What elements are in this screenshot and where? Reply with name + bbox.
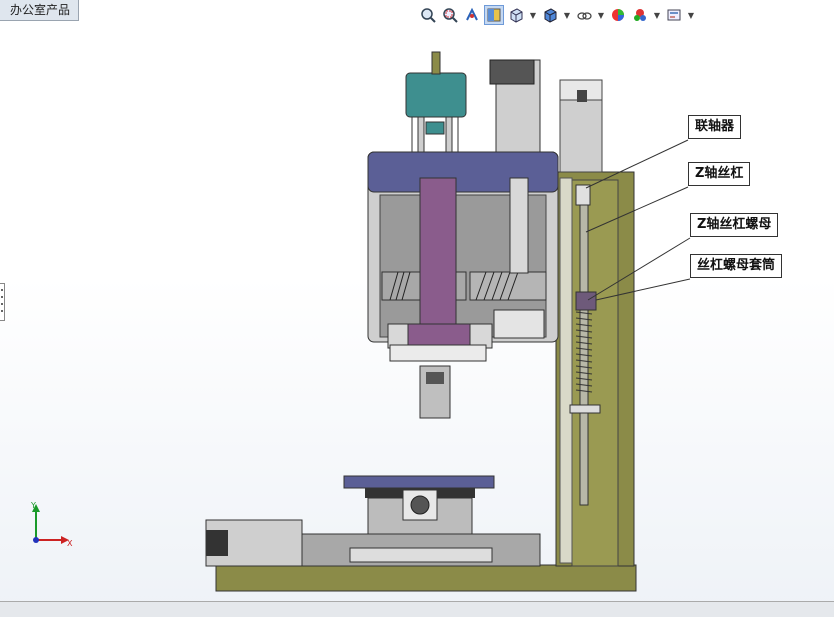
callout-coupling: 联轴器	[688, 115, 742, 139]
cad-model-view[interactable]	[0, 0, 834, 616]
triad-y-label: Y	[30, 501, 36, 510]
coordinate-triad: Y X	[30, 501, 73, 548]
coupling	[575, 184, 591, 206]
spindle-motor	[405, 72, 467, 118]
status-bar	[0, 601, 834, 617]
callout-z-screw: Z轴丝杠	[688, 162, 751, 186]
callout-z-screw-nut: Z轴丝杠螺母	[690, 213, 779, 237]
xy-table-top	[343, 475, 495, 489]
base-plate	[215, 564, 637, 592]
triad-x-label: X	[67, 539, 73, 548]
callout-nut-sleeve: 丝杠螺母套筒	[690, 254, 783, 278]
housing-cap	[367, 151, 559, 193]
z-screw-nut	[575, 291, 597, 311]
spindle-shaft	[419, 177, 457, 329]
